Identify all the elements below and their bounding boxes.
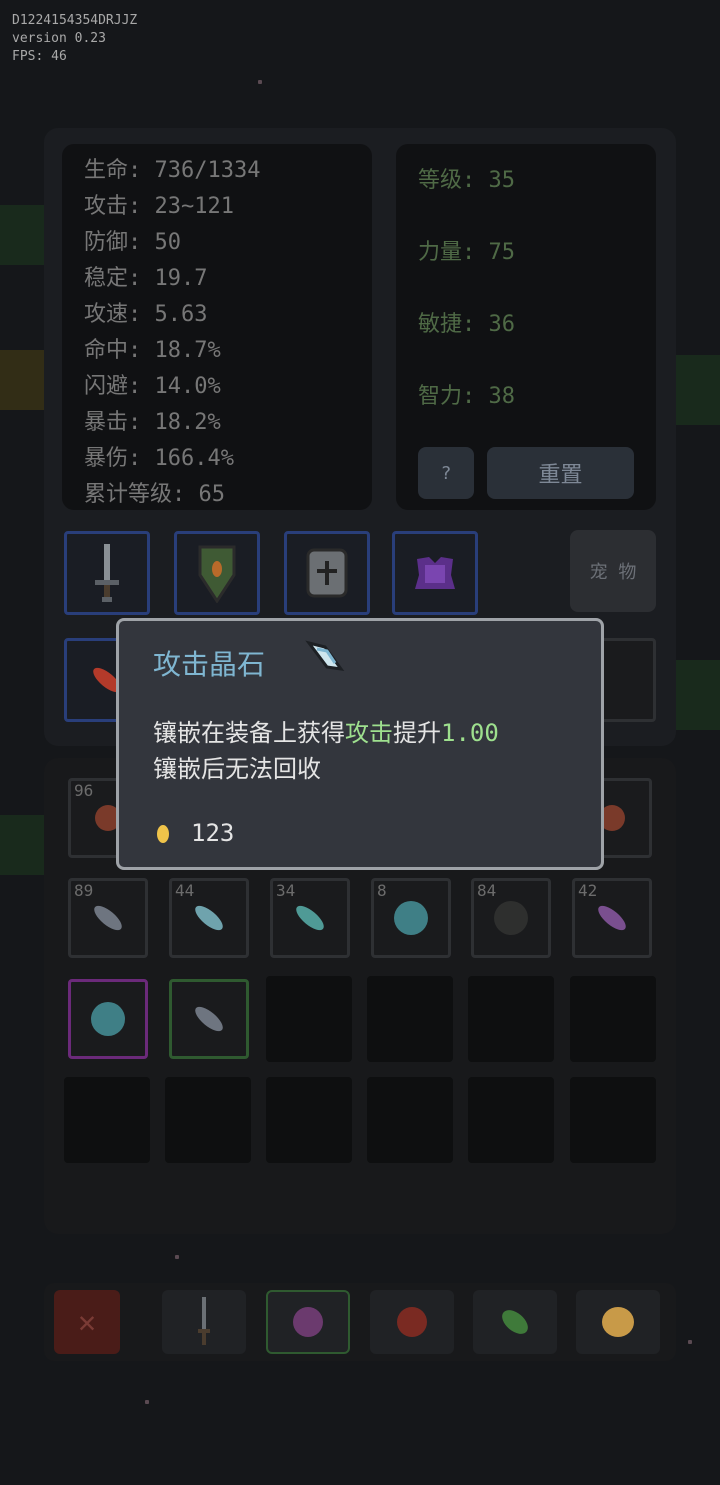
close-tab-button[interactable]: ✕ [54, 1290, 120, 1354]
teal-orb-icon [91, 1002, 125, 1036]
fps-counter: FPS: 46 [12, 49, 67, 64]
inventory-slot[interactable]: 34 [270, 878, 350, 958]
inventory-slot-selected[interactable] [169, 979, 249, 1059]
item-count: 34 [276, 881, 296, 900]
shield-icon [198, 545, 236, 603]
tab-potions[interactable] [370, 1290, 454, 1354]
gray-crystal-icon [191, 1002, 227, 1036]
teal-orb-icon [394, 901, 428, 935]
inventory-slot-empty[interactable] [570, 1077, 656, 1163]
item-tooltip: 攻击晶石 镶嵌在装备上获得攻击提升1.00 镶嵌后无法回收 123 [116, 618, 604, 870]
stat-crit: 暴击: 18.2% [84, 410, 221, 435]
help-button[interactable]: ? [418, 447, 474, 499]
inventory-slot[interactable]: 84 [471, 878, 551, 958]
item-count: 8 [377, 881, 387, 900]
bg-star [688, 1340, 692, 1344]
armor-icon [415, 557, 455, 589]
attr-strength: 力量: 75 [418, 240, 515, 265]
bg-grass-tile [676, 355, 720, 425]
potion-icon [397, 1307, 427, 1337]
tab-herbs[interactable] [473, 1290, 557, 1354]
inventory-slot-empty[interactable] [570, 976, 656, 1062]
item-count: 44 [175, 881, 195, 900]
inventory-slot-empty[interactable] [165, 1077, 251, 1163]
stat-hp: 生命: 736/1334 [84, 158, 261, 183]
coin-icon [157, 825, 169, 843]
item-count: 89 [74, 881, 94, 900]
teal-crystal-icon [191, 901, 227, 935]
desc-highlight: 攻击 [345, 719, 393, 747]
bg-grass-tile [676, 660, 720, 730]
gray-crystal-icon [90, 901, 126, 935]
stat-crit-damage: 暴伤: 166.4% [84, 446, 234, 471]
inventory-slot-empty[interactable] [468, 1077, 554, 1163]
sword-icon [95, 544, 119, 602]
equip-slot-armor[interactable] [392, 531, 478, 615]
inventory-slot-empty[interactable] [64, 1077, 150, 1163]
debug-overlay: D1224154354DRJJZ version 0.23 FPS: 46 [12, 12, 137, 66]
item-count: 84 [477, 881, 497, 900]
tooltip-price: 123 [191, 819, 235, 847]
desc-line2: 镶嵌后无法回收 [153, 755, 321, 783]
attr-agility: 敏捷: 36 [418, 312, 515, 337]
inventory-slot[interactable]: 89 [68, 878, 148, 958]
inventory-slot-empty[interactable] [367, 1077, 453, 1163]
sword-icon [198, 1297, 210, 1345]
inventory-slot[interactable]: 42 [572, 878, 652, 958]
tooltip-description: 镶嵌在装备上获得攻击提升1.00 镶嵌后无法回收 [153, 715, 499, 787]
tooltip-title: 攻击晶石 [153, 648, 266, 681]
herb-icon [497, 1305, 533, 1339]
desc-prefix: 镶嵌在装备上获得 [153, 719, 345, 747]
inventory-slot-empty[interactable] [266, 1077, 352, 1163]
inventory-slot[interactable]: 44 [169, 878, 249, 958]
attr-intelligence: 智力: 38 [418, 384, 515, 409]
bg-star [175, 1255, 179, 1259]
attack-crystal-icon [305, 640, 345, 671]
reset-button[interactable]: 重置 [487, 447, 634, 499]
egg-icon [602, 1307, 634, 1337]
item-count: 96 [74, 781, 94, 800]
attr-level: 等级: 35 [418, 168, 515, 193]
inventory-slot-empty[interactable] [367, 976, 453, 1062]
tab-gems[interactable] [266, 1290, 350, 1354]
bg-grass-tile [0, 815, 44, 875]
inventory-slot[interactable]: 8 [371, 878, 451, 958]
inventory-slot-empty[interactable] [468, 976, 554, 1062]
teal-shard-icon [292, 901, 328, 935]
helmet-icon [306, 548, 348, 598]
inventory-slot-empty[interactable] [266, 976, 352, 1062]
desc-value: 1.00 [441, 719, 499, 747]
tab-weapons[interactable] [162, 1290, 246, 1354]
equip-slot-weapon[interactable] [64, 531, 150, 615]
pet-button[interactable]: 宠 物 [570, 530, 656, 612]
close-icon: ✕ [77, 1304, 97, 1340]
version-label: version 0.23 [12, 31, 106, 46]
desc-mid: 提升 [393, 719, 441, 747]
stats-panel: 生命: 736/1334 攻击: 23~121 防御: 50 稳定: 19.7 … [62, 144, 372, 510]
stat-attack: 攻击: 23~121 [84, 194, 234, 219]
purple-crystal-icon [594, 901, 630, 935]
stat-total-level: 累计等级: 65 [84, 482, 225, 507]
device-id: D1224154354DRJJZ [12, 13, 138, 28]
bg-star [145, 1400, 149, 1404]
stat-hit: 命中: 18.7% [84, 338, 221, 363]
stat-stability: 稳定: 19.7 [84, 266, 208, 291]
stat-defense: 防御: 50 [84, 230, 181, 255]
item-count: 42 [578, 881, 598, 900]
stat-attack-speed: 攻速: 5.63 [84, 302, 208, 327]
stat-dodge: 闪避: 14.0% [84, 374, 221, 399]
bg-grass-tile [0, 205, 44, 265]
gem-icon [293, 1307, 323, 1337]
bg-star [258, 80, 262, 84]
tab-eggs[interactable] [576, 1290, 660, 1354]
dark-orb-icon [494, 901, 528, 935]
inventory-slot-selected[interactable] [68, 979, 148, 1059]
equip-slot-shield[interactable] [174, 531, 260, 615]
equip-slot-helmet[interactable] [284, 531, 370, 615]
bg-sand-tile [0, 350, 44, 410]
